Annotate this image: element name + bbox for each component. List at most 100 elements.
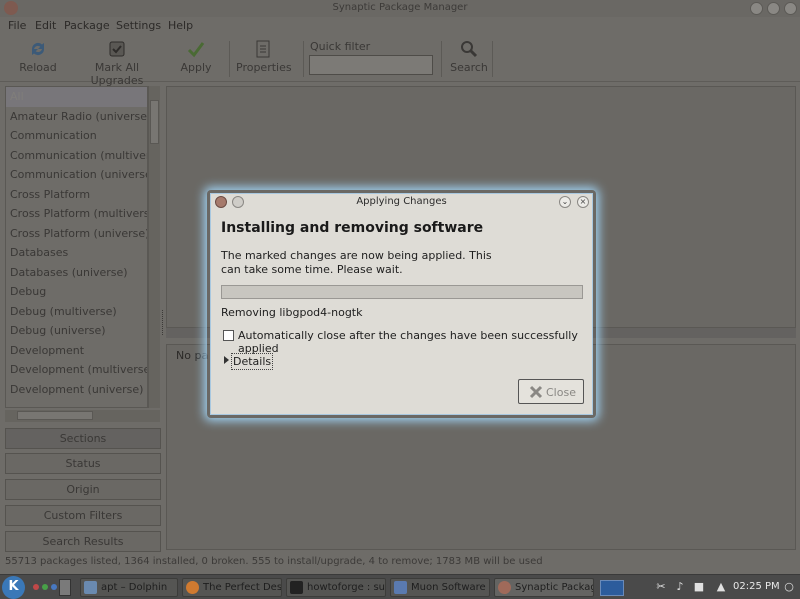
task-label: Synaptic Package: [515, 582, 593, 593]
auto-close-label[interactable]: Automatically close after the changes ha…: [238, 329, 592, 355]
volume-icon[interactable]: ♪: [673, 580, 687, 594]
mark-all-upgrades-button[interactable]: Mark All Upgrades: [70, 39, 164, 87]
terminal-icon: [290, 581, 303, 594]
activity-icon[interactable]: [33, 584, 39, 590]
section-item-all[interactable]: All: [6, 87, 147, 107]
toolbar: Reload Mark All Upgrades Apply Propertie…: [0, 35, 800, 87]
status-bar: 55713 packages listed, 1364 installed, 0…: [5, 556, 543, 567]
pane-resize-handle[interactable]: [162, 310, 165, 335]
toolbar-separator: [229, 41, 230, 77]
synaptic-app-icon: [498, 581, 511, 594]
quick-filter-label: Quick filter: [310, 40, 371, 53]
firefox-icon: [186, 581, 199, 594]
close-button[interactable]: Close: [518, 379, 584, 404]
auto-close-checkbox[interactable]: [223, 330, 234, 341]
apply-button[interactable]: Apply: [176, 39, 216, 79]
properties-label: Properties: [236, 61, 292, 74]
search-results-button[interactable]: Search Results: [5, 531, 161, 552]
menu-help[interactable]: Help: [168, 19, 193, 32]
minimize-button[interactable]: [750, 2, 763, 15]
properties-icon: [256, 40, 270, 58]
dolphin-icon: [84, 581, 97, 594]
window-titlebar: Synaptic Package Manager: [0, 0, 800, 17]
close-window-button[interactable]: [784, 2, 797, 15]
task-firefox[interactable]: The Perfect Desk: [182, 578, 282, 597]
activity-icon[interactable]: [42, 584, 48, 590]
section-item[interactable]: Cross Platform: [6, 185, 147, 205]
task-label: apt – Dolphin: [101, 582, 168, 593]
scrollbar-thumb[interactable]: [17, 411, 93, 420]
clock: 02:25 PM: [733, 581, 780, 592]
activity-icon[interactable]: [51, 584, 57, 590]
toolbar-separator: [492, 41, 493, 77]
maximize-button[interactable]: [767, 2, 780, 15]
cashew-icon[interactable]: ○: [782, 580, 796, 594]
section-item[interactable]: Cross Platform (multiverse): [6, 204, 147, 224]
status-filter-button[interactable]: Status: [5, 453, 161, 474]
origin-filter-button[interactable]: Origin: [5, 479, 161, 500]
window-title: Synaptic Package Manager: [332, 2, 468, 13]
section-item[interactable]: Development (multiverse): [6, 360, 147, 380]
mark-all-label: Mark All Upgrades: [90, 61, 144, 87]
task-konsole[interactable]: howtoforge : sudo: [286, 578, 386, 597]
desktop-pager[interactable]: [600, 580, 624, 596]
scissors-icon[interactable]: ✂: [654, 580, 668, 594]
reload-label: Reload: [19, 61, 57, 74]
muon-icon: [394, 581, 407, 594]
menu-edit[interactable]: Edit: [35, 19, 56, 32]
section-item[interactable]: Communication (universe): [6, 165, 147, 185]
section-list-scrollbar[interactable]: [148, 86, 160, 408]
expand-tray-icon[interactable]: ▲: [714, 580, 728, 594]
dialog-message: The marked changes are now being applied…: [221, 249, 492, 276]
task-synaptic[interactable]: Synaptic Package: [494, 578, 594, 597]
task-label: The Perfect Desk: [203, 582, 282, 593]
taskbar: K apt – Dolphin The Perfect Desk howtofo…: [0, 574, 800, 599]
task-muon[interactable]: Muon Software C: [390, 578, 490, 597]
custom-filters-button[interactable]: Custom Filters: [5, 505, 161, 526]
section-list-hscrollbar[interactable]: [5, 410, 160, 422]
dialog-titlebar: Applying Changes ⌄ ×: [211, 194, 592, 211]
section-item[interactable]: Debug: [6, 282, 147, 302]
section-item[interactable]: Debug (multiverse): [6, 302, 147, 322]
menu-settings[interactable]: Settings: [116, 19, 161, 32]
close-icon[interactable]: ×: [577, 196, 589, 208]
sections-filter-button[interactable]: Sections: [5, 428, 161, 449]
kde-menu-icon[interactable]: K: [2, 576, 25, 599]
apply-label: Apply: [180, 61, 212, 74]
menu-package[interactable]: Package: [64, 19, 110, 32]
dialog-title: Applying Changes: [356, 196, 447, 207]
search-button[interactable]: Search: [449, 39, 489, 79]
mark-upgrades-icon: [109, 41, 125, 57]
progress-bar: [221, 285, 583, 299]
close-button-label: Close: [546, 386, 576, 399]
section-item[interactable]: Communication: [6, 126, 147, 146]
minimize-icon[interactable]: ⌄: [559, 196, 571, 208]
section-item[interactable]: Development: [6, 341, 147, 361]
reload-button[interactable]: Reload: [16, 39, 60, 79]
search-icon: [461, 41, 478, 58]
quick-filter-input[interactable]: [309, 55, 433, 75]
description-text: No pa: [176, 349, 209, 362]
properties-button[interactable]: Properties: [236, 39, 292, 79]
expander-arrow-icon[interactable]: [224, 356, 229, 364]
details-expander[interactable]: Details: [231, 353, 274, 370]
section-item[interactable]: Cross Platform (universe): [6, 224, 147, 244]
close-x-icon: [529, 385, 543, 399]
section-item[interactable]: Databases (universe): [6, 263, 147, 283]
section-item[interactable]: Databases: [6, 243, 147, 263]
show-desktop-icon[interactable]: [59, 579, 71, 596]
section-item[interactable]: Development (universe): [6, 380, 147, 400]
notification-icon[interactable]: ■: [692, 580, 706, 594]
scrollbar-thumb[interactable]: [150, 100, 159, 144]
checkmark-icon: [187, 42, 205, 58]
task-label: howtoforge : sudo: [307, 582, 386, 593]
menubar: File Edit Package Settings Help: [0, 17, 800, 35]
section-item[interactable]: Debug (universe): [6, 321, 147, 341]
dialog-heading: Installing and removing software: [221, 220, 484, 236]
section-list: All Amateur Radio (universe) Communicati…: [5, 86, 148, 408]
section-item[interactable]: Communication (multiverse): [6, 146, 147, 166]
section-item[interactable]: Amateur Radio (universe): [6, 107, 147, 127]
menu-file[interactable]: File: [8, 19, 26, 32]
task-dolphin[interactable]: apt – Dolphin: [80, 578, 178, 597]
reload-icon: [31, 42, 45, 56]
